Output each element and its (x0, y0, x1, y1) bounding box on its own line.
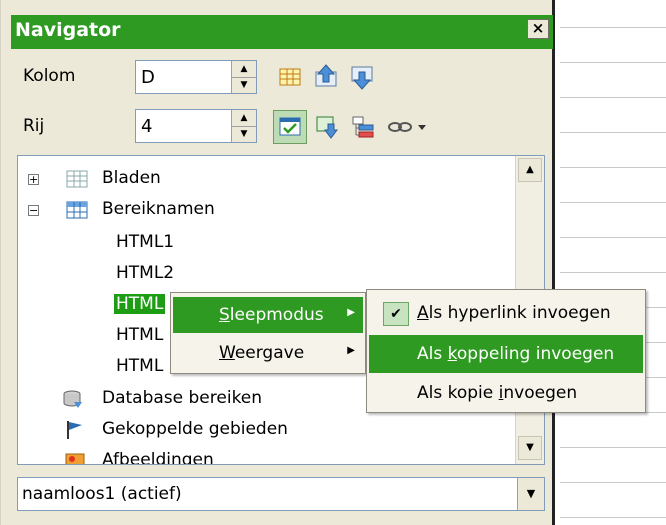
move-up-icon[interactable] (311, 62, 341, 92)
menu-item-insert-as-link[interactable]: Als koppeling invoegen (369, 335, 643, 373)
menu-item-label: Als kopie invoegen (417, 383, 578, 403)
submenu-arrow-icon: ▶ (347, 345, 355, 356)
window-border (552, 0, 555, 525)
tree-item-label: HTML (116, 356, 164, 376)
tree-item-html2[interactable]: HTML2 (18, 259, 498, 289)
chevron-down-icon[interactable]: ▼ (517, 478, 544, 510)
tree-item-label: Database bereiken (102, 388, 263, 408)
tree-item-label: HTML (114, 294, 166, 314)
sheets-icon (66, 169, 88, 189)
check-icon: ✔ (383, 302, 409, 326)
menu-item-label: Weergave (219, 343, 305, 363)
menu-item-label: Sleepmodus (219, 305, 324, 325)
submenu-arrow-icon: ▶ (347, 307, 355, 318)
tree-item-label: Gekoppelde gebieden (102, 419, 288, 439)
document-select[interactable]: naamloos1 (actief) ▼ (17, 477, 545, 511)
contents-view-icon[interactable] (273, 110, 307, 144)
drag-mode-submenu: ✔ Als hyperlink invoegen Als koppeling i… (366, 289, 646, 413)
context-menu: Sleepmodus ▶ Weergave ▶ (170, 292, 366, 374)
row-spin-up-button[interactable]: ▲ (232, 110, 256, 127)
row-spin-down-button[interactable]: ▼ (232, 126, 256, 142)
navigator-panel: Navigator × Kolom D ▲ ▼ Rij 4 ▲ ▼ + Blad… (0, 0, 553, 525)
scroll-up-button[interactable]: ▲ (518, 158, 542, 182)
spreadsheet-area (560, 0, 666, 525)
navigator-title: Navigator (15, 19, 121, 41)
database-icon (62, 389, 84, 409)
menu-item-display[interactable]: Weergave ▶ (173, 335, 363, 371)
range-names-icon (66, 200, 88, 220)
tree-item-label: Afbeeldingen (102, 450, 214, 465)
expand-icon[interactable]: + (28, 174, 39, 185)
column-spin-down-button[interactable]: ▼ (232, 77, 256, 93)
document-select-value: naamloos1 (actief) (22, 484, 182, 504)
table-toggle-icon[interactable] (275, 62, 305, 92)
tree-item-range-names[interactable]: − Bereiknamen (18, 195, 498, 225)
collapse-icon[interactable]: − (28, 205, 39, 216)
move-down-icon[interactable] (347, 62, 377, 92)
close-icon: × (531, 19, 545, 37)
row-spinbox[interactable]: 4 ▲ ▼ (135, 109, 257, 143)
promote-icon[interactable] (313, 112, 343, 142)
tree-item-label: Bladen (102, 168, 161, 188)
navigator-titlebar[interactable]: Navigator × (11, 15, 553, 49)
tree-item-label: HTML2 (116, 263, 175, 283)
tree-item-label: Bereiknamen (102, 199, 215, 219)
column-label: Kolom (23, 66, 76, 86)
column-spin-up-button[interactable]: ▲ (232, 61, 256, 78)
menu-item-drag-mode[interactable]: Sleepmodus ▶ (173, 297, 363, 333)
row-input[interactable]: 4 (141, 116, 152, 137)
close-button[interactable]: × (527, 19, 549, 39)
tree-item-label: HTML (116, 325, 164, 345)
menu-item-label: Als koppeling invoegen (417, 344, 615, 364)
image-icon (64, 451, 86, 464)
tree-item-label: HTML1 (116, 232, 175, 252)
column-spinbox[interactable]: D ▲ ▼ (135, 60, 257, 94)
tree-item-html1[interactable]: HTML1 (18, 228, 498, 258)
tree-item-sheets[interactable]: + Bladen (18, 164, 498, 194)
tree-item-linked-areas[interactable]: Gekoppelde gebieden (18, 415, 498, 445)
menu-item-label: Als hyperlink invoegen (417, 303, 611, 323)
scroll-down-button[interactable]: ▼ (518, 436, 542, 460)
column-input[interactable]: D (141, 67, 155, 88)
menu-item-insert-as-hyperlink[interactable]: ✔ Als hyperlink invoegen (369, 294, 643, 332)
tree-item-images[interactable]: Afbeeldingen (18, 446, 498, 465)
row-label: Rij (23, 116, 45, 136)
menu-item-insert-as-copy[interactable]: Als kopie invoegen (369, 374, 643, 412)
scenarios-icon[interactable] (349, 112, 379, 142)
flag-icon (64, 420, 86, 440)
link-icon[interactable] (385, 112, 431, 142)
